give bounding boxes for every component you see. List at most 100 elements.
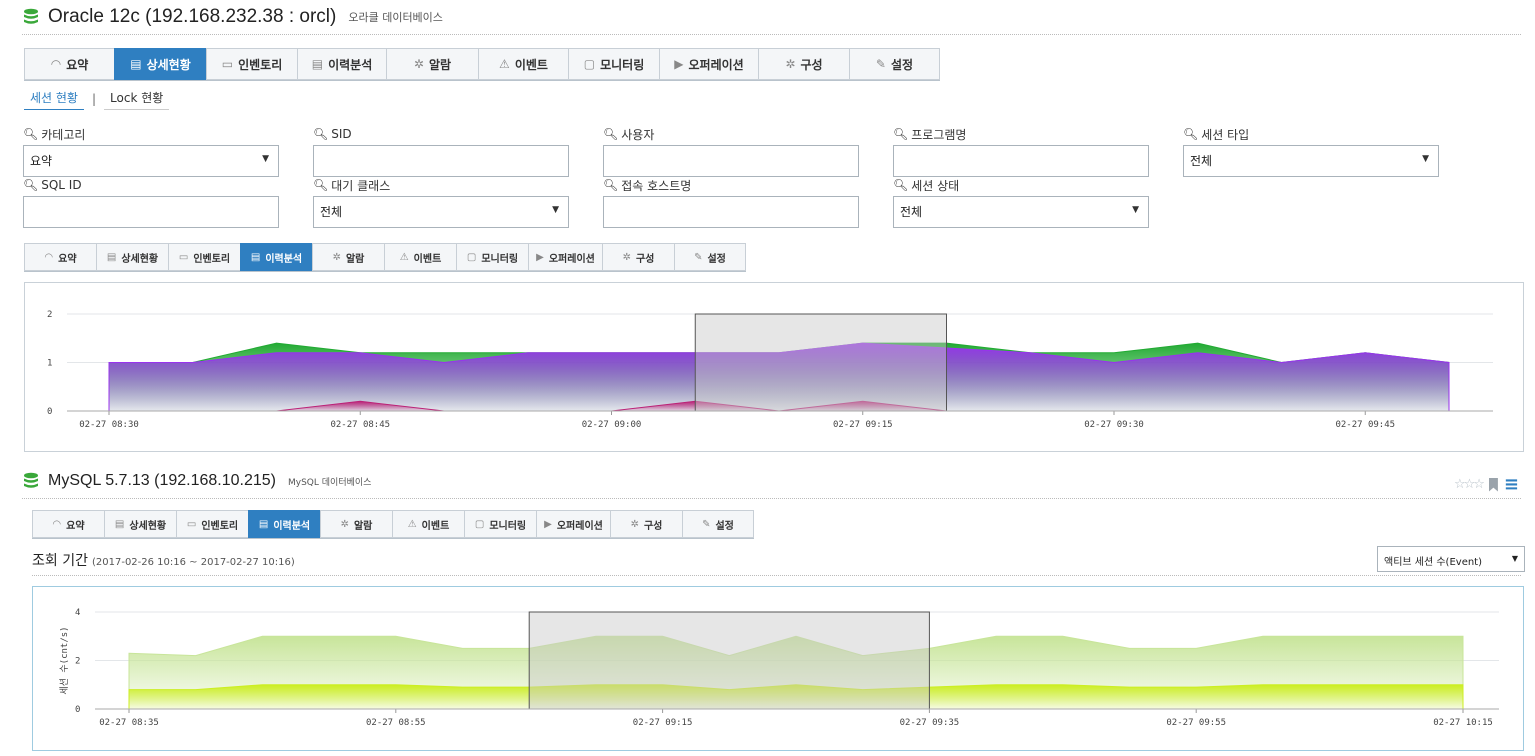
filter-label: 세션 타입 <box>1201 127 1250 142</box>
wait-class-select[interactable]: 전체 ▼ <box>313 196 569 228</box>
play-icon: ▶ <box>544 518 552 530</box>
tab-6[interactable]: ▢ 모니터링 <box>464 510 536 538</box>
tab-6[interactable]: ▢ 모니터링 <box>568 48 659 80</box>
select-value: 요약 <box>30 154 53 168</box>
gear-icon: ✲ <box>785 57 796 71</box>
metric-select[interactable]: 액티브 세션 수(Event) ▼ <box>1377 546 1525 572</box>
list-icon: ▤ <box>106 251 117 263</box>
mysql-tab-bar: ◠ 요약 ▤ 상세현황 ▭ 인벤토리 ▤ 이력분석 ✲ 알람 ⚠ 이벤트 ▢ 모니터링 ▶ 오퍼레이션 ✲ 구성 ✎… <box>32 510 754 539</box>
x-tick-label: 02-27 09:35 <box>900 718 960 728</box>
subtab-lock[interactable]: Lock 현황 <box>104 88 170 110</box>
x-tick-label: 02-27 10:15 <box>1433 718 1493 728</box>
selection-range[interactable] <box>694 313 947 412</box>
y-tick-label: 2 <box>75 657 80 667</box>
search-icon: 🔍︎ <box>603 178 619 192</box>
tab-5[interactable]: ⚠ 이벤트 <box>478 48 568 80</box>
filter-label: 카테고리 <box>41 127 86 142</box>
filter-label: SQL ID <box>41 178 82 192</box>
tab-2[interactable]: ▭ 인벤토리 <box>168 243 240 271</box>
tab-label: 알람 <box>345 253 365 265</box>
tab-8[interactable]: ✲ 구성 <box>610 510 682 538</box>
tab-9[interactable]: ✎ 설정 <box>674 243 746 271</box>
subtab-session[interactable]: 세션 현황 <box>24 88 84 110</box>
tab-7[interactable]: ▶ 오퍼레이션 <box>528 243 602 271</box>
bookmark-icon[interactable] <box>1488 477 1498 492</box>
tab-label: 이력분석 <box>273 520 311 532</box>
x-tick-label: 02-27 09:55 <box>1166 718 1226 728</box>
tab-0[interactable]: ◠ 요약 <box>24 48 114 80</box>
mysql-chart-panel: 0 2 4 02-27 08:35 02-27 08:55 02-27 09:15 02-2… <box>32 586 1524 751</box>
program-input[interactable] <box>893 145 1149 177</box>
warning-icon: ⚠ <box>407 518 417 530</box>
monitor-icon: ▢ <box>474 518 485 530</box>
tab-label: 모니터링 <box>600 57 645 72</box>
mysql-session-chart[interactable]: 0 2 4 02-27 08:35 02-27 08:55 02-27 09:15 02-2… <box>33 587 1523 750</box>
tab-1[interactable]: ▤ 상세현황 <box>96 243 168 271</box>
tab-3[interactable]: ▤ 이력분석 <box>240 243 312 271</box>
sid-input[interactable] <box>313 145 569 177</box>
tab-8[interactable]: ✲ 구성 <box>758 48 849 80</box>
gear-icon: ✲ <box>630 518 639 530</box>
play-icon: ▶ <box>674 57 684 71</box>
x-tick-label: 02-27 09:15 <box>833 420 893 430</box>
alarm-icon: ✲ <box>413 57 424 71</box>
tab-label: 알람 <box>353 520 373 532</box>
dropdown-arrow-icon: ▼ <box>262 154 269 164</box>
selection-range[interactable] <box>528 611 930 710</box>
mysql-divider <box>22 498 1521 499</box>
tab-6[interactable]: ▢ 모니터링 <box>456 243 528 271</box>
tab-3[interactable]: ▤ 이력분석 <box>248 510 320 538</box>
tab-8[interactable]: ✲ 구성 <box>602 243 674 271</box>
tab-1[interactable]: ▤ 상세현황 <box>104 510 176 538</box>
session-type-select[interactable]: 전체 ▼ <box>1183 145 1439 177</box>
tab-label: 이벤트 <box>514 57 548 72</box>
gauge-icon: ◠ <box>52 518 62 530</box>
x-tick-label: 02-27 08:45 <box>330 420 390 430</box>
host-input[interactable] <box>603 196 859 228</box>
page-title: Oracle 12c (192.168.232.38 : orcl) <box>48 6 337 27</box>
tab-7[interactable]: ▶ 오퍼레이션 <box>536 510 610 538</box>
user-input[interactable] <box>603 145 859 177</box>
filter-label: 프로그램명 <box>911 127 967 142</box>
tab-9[interactable]: ✎ 설정 <box>682 510 754 538</box>
tab-9[interactable]: ✎ 설정 <box>849 48 940 80</box>
tab-4[interactable]: ✲ 알람 <box>386 48 478 80</box>
filter-host: 🔍︎ 접속 호스트명 <box>603 177 859 228</box>
dropdown-arrow-icon: ▼ <box>552 205 559 215</box>
category-select[interactable]: 요약 ▼ <box>23 145 279 177</box>
tab-label: 요약 <box>66 57 89 72</box>
tab-4[interactable]: ✲ 알람 <box>320 510 392 538</box>
star-icon[interactable]: ☆☆☆ <box>1454 477 1485 492</box>
sql-id-input[interactable] <box>23 196 279 228</box>
session-state-select[interactable]: 전체 ▼ <box>893 196 1149 228</box>
list-icon: ▤ <box>114 518 125 530</box>
alarm-icon: ✲ <box>340 518 349 530</box>
tab-1[interactable]: ▤ 상세현황 <box>114 48 206 80</box>
tab-0[interactable]: ◠ 요약 <box>32 510 104 538</box>
warning-icon: ⚠ <box>499 57 510 71</box>
gauge-icon: ◠ <box>44 251 54 263</box>
tab-4[interactable]: ✲ 알람 <box>312 243 384 271</box>
filter-program: 🔍︎ 프로그램명 <box>893 126 1149 177</box>
x-tick-label: 02-27 09:45 <box>1335 420 1395 430</box>
search-icon: 🔍︎ <box>23 127 39 141</box>
x-tick-label: 02-27 08:30 <box>79 420 139 430</box>
tab-2[interactable]: ▭ 인벤토리 <box>176 510 248 538</box>
tab-label: 인벤토리 <box>193 253 231 265</box>
subtab-separator: | <box>91 92 97 106</box>
tab-label: 오퍼레이션 <box>548 253 595 265</box>
tab-5[interactable]: ⚠ 이벤트 <box>392 510 464 538</box>
tab-5[interactable]: ⚠ 이벤트 <box>384 243 456 271</box>
select-value: 전체 <box>1190 154 1213 168</box>
tab-2[interactable]: ▭ 인벤토리 <box>206 48 297 80</box>
y-axis-label: 세션 수(cnt/s) <box>59 626 70 694</box>
search-icon: 🔍︎ <box>313 178 329 192</box>
oracle-session-chart[interactable]: 0 1 2 02-27 08:30 02-27 08:45 02-27 09:00 02-2… <box>25 283 1523 451</box>
tab-0[interactable]: ◠ 요약 <box>24 243 96 271</box>
header-divider <box>22 34 1521 35</box>
menu-icon[interactable]: ≡ <box>1504 474 1519 495</box>
tab-3[interactable]: ▤ 이력분석 <box>297 48 386 80</box>
tab-label: 상세현황 <box>121 253 159 265</box>
y-tick-label: 4 <box>75 608 80 618</box>
tab-7[interactable]: ▶ 오퍼레이션 <box>659 48 758 80</box>
